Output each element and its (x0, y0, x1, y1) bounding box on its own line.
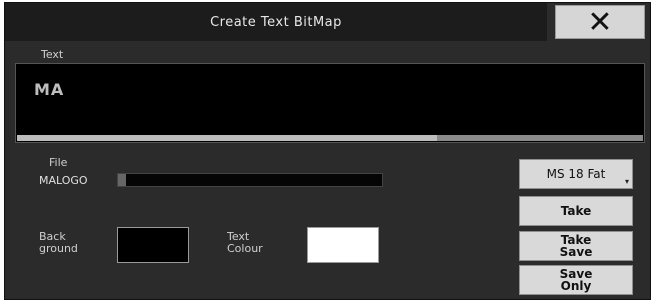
chevron-down-icon: ▾ (624, 177, 629, 186)
background-label: Back ground (39, 230, 78, 255)
close-button[interactable]: ✕ (555, 4, 645, 40)
file-label: File (49, 156, 68, 169)
background-color-swatch[interactable] (117, 227, 189, 263)
text-colour-label: Text Colour (227, 230, 263, 255)
text-colour-swatch[interactable] (307, 227, 379, 263)
horizontal-scrollbar[interactable] (17, 135, 643, 141)
create-text-bitmap-dialog: Create Text BitMap ✕ Text MA File MALOGO… (4, 2, 651, 300)
scrollbar-thumb[interactable] (17, 135, 437, 141)
font-select-label: MS 18 Fat (546, 167, 606, 181)
take-save-button[interactable]: Take Save (519, 231, 633, 261)
font-select-button[interactable]: MS 18 Fat ▾ (519, 159, 633, 189)
text-label: Text (41, 48, 64, 61)
dialog-title: Create Text BitMap (5, 3, 547, 41)
text-input-value: MA (34, 80, 65, 99)
save-only-button[interactable]: Save Only (519, 265, 633, 295)
file-field[interactable] (117, 173, 383, 187)
text-input[interactable]: MA (15, 63, 645, 143)
take-button[interactable]: Take (519, 196, 633, 226)
close-icon: ✕ (587, 4, 613, 40)
file-name: MALOGO (39, 174, 88, 187)
